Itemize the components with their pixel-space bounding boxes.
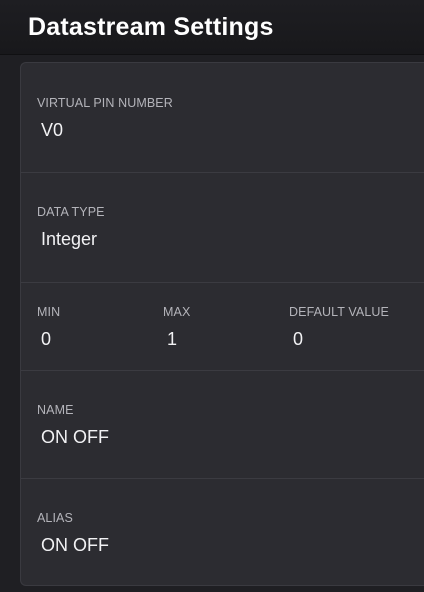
settings-panel: VIRTUAL PIN NUMBER V0 DATA TYPE Integer … [20, 62, 424, 586]
virtual-pin-value[interactable]: V0 [41, 120, 63, 141]
name-row[interactable]: NAME ON OFF [21, 371, 424, 479]
alias-label: ALIAS [37, 511, 73, 525]
datastream-settings-screen: Datastream Settings VIRTUAL PIN NUMBER V… [0, 0, 424, 592]
default-value-label: DEFAULT VALUE [289, 305, 389, 319]
header-bar: Datastream Settings [0, 0, 424, 55]
data-type-label: DATA TYPE [37, 205, 105, 219]
virtual-pin-label: VIRTUAL PIN NUMBER [37, 96, 173, 110]
data-type-value[interactable]: Integer [41, 229, 97, 250]
min-label: MIN [37, 305, 61, 319]
max-label: MAX [163, 305, 191, 319]
virtual-pin-row[interactable]: VIRTUAL PIN NUMBER V0 [21, 63, 424, 173]
alias-row[interactable]: ALIAS ON OFF [21, 479, 424, 586]
alias-value[interactable]: ON OFF [41, 535, 109, 556]
max-value[interactable]: 1 [167, 329, 177, 350]
name-value[interactable]: ON OFF [41, 427, 109, 448]
min-value[interactable]: 0 [41, 329, 51, 350]
data-type-row[interactable]: DATA TYPE Integer [21, 173, 424, 283]
name-label: NAME [37, 403, 74, 417]
range-row: MIN 0 MAX 1 DEFAULT VALUE 0 [21, 283, 424, 371]
page-title: Datastream Settings [28, 13, 274, 41]
default-value-value[interactable]: 0 [293, 329, 303, 350]
